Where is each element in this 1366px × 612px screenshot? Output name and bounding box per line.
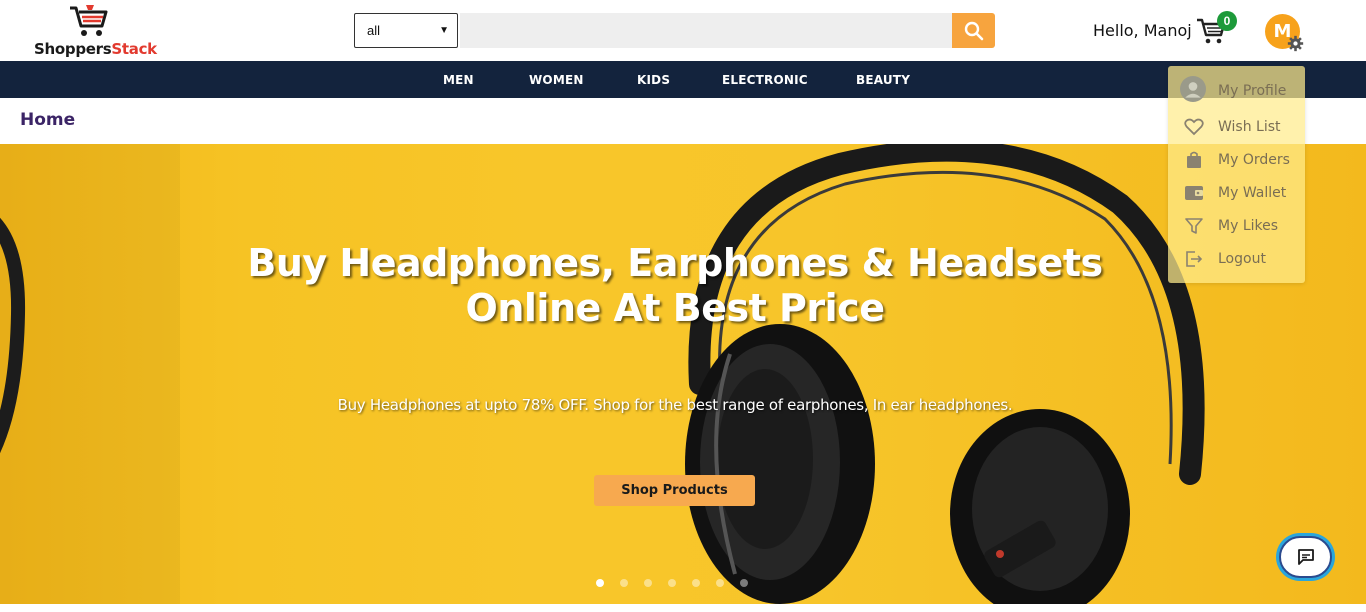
menu-item-label: My Wallet — [1218, 185, 1287, 201]
carousel-dot[interactable] — [716, 579, 724, 587]
carousel-dot[interactable] — [740, 579, 748, 587]
menu-item-my-orders[interactable]: My Orders — [1168, 145, 1305, 175]
shopping-cart-logo-icon — [70, 5, 108, 36]
menu-item-label: My Profile — [1218, 83, 1287, 99]
chat-button[interactable] — [1276, 533, 1335, 581]
breadcrumb-home[interactable]: Home — [20, 110, 75, 130]
menu-item-label: Logout — [1218, 251, 1266, 267]
profile-dropdown: My Profile Wish List My Orders My Wallet… — [1168, 66, 1305, 283]
carousel-indicators — [596, 579, 748, 589]
hero-carousel: Buy Headphones, Earphones & Headsets Onl… — [0, 144, 1366, 604]
menu-item-logout[interactable]: Logout — [1168, 244, 1305, 274]
carousel-dot[interactable] — [596, 579, 604, 587]
logo[interactable]: ShoppersStack — [30, 2, 170, 58]
carousel-dot[interactable] — [620, 579, 628, 587]
breadcrumb: Home — [0, 98, 1366, 144]
nav-item-beauty[interactable]: BEAUTY — [856, 73, 910, 87]
logout-icon — [1182, 249, 1206, 269]
filter-icon — [1182, 216, 1206, 236]
nav-item-kids[interactable]: KIDS — [637, 73, 670, 87]
category-nav: MEN WOMEN KIDS ELECTRONIC BEAUTY — [0, 61, 1366, 98]
user-greeting: Hello, Manoj — [1093, 21, 1192, 40]
heart-icon — [1182, 117, 1206, 137]
hero-title-line-1: Buy Headphones, Earphones & Headsets — [247, 241, 1103, 285]
nav-item-men[interactable]: MEN — [443, 73, 474, 87]
search-button[interactable] — [952, 13, 995, 48]
search-input[interactable] — [460, 13, 952, 48]
carousel-dot[interactable] — [644, 579, 652, 587]
menu-item-label: My Orders — [1218, 152, 1290, 168]
shop-products-button[interactable]: Shop Products — [594, 475, 755, 506]
menu-item-my-profile[interactable]: My Profile — [1168, 76, 1305, 106]
category-select[interactable]: all ▼ — [354, 13, 458, 48]
hero-subtitle: Buy Headphones at upto 78% OFF. Shop for… — [337, 396, 1013, 414]
nav-item-electronic[interactable]: ELECTRONIC — [722, 73, 808, 87]
search-icon — [964, 21, 983, 40]
menu-item-my-likes[interactable]: My Likes — [1168, 211, 1305, 241]
bag-icon — [1182, 150, 1206, 170]
carousel-dot[interactable] — [692, 579, 700, 587]
cart-count-badge: 0 — [1217, 11, 1237, 31]
chat-button-inner — [1279, 536, 1332, 578]
nav-item-women[interactable]: WOMEN — [529, 73, 584, 87]
user-icon — [1180, 76, 1206, 102]
logo-text: ShoppersStack — [34, 40, 157, 58]
menu-item-label: My Likes — [1218, 218, 1279, 234]
wallet-icon — [1182, 183, 1206, 203]
menu-item-my-wallet[interactable]: My Wallet — [1168, 178, 1305, 208]
headphones-image — [0, 144, 1205, 604]
chat-icon — [1297, 549, 1314, 565]
header: ShoppersStack all ▼ Hello, Manoj 0 M — [0, 0, 1366, 61]
hero-title-line-2: Online At Best Price — [465, 286, 885, 330]
menu-item-label: Wish List — [1218, 119, 1281, 135]
carousel-dot[interactable] — [668, 579, 676, 587]
menu-item-wish-list[interactable]: Wish List — [1168, 112, 1305, 142]
hero-title: Buy Headphones, Earphones & Headsets Onl… — [240, 241, 1110, 331]
category-select-value: all — [367, 23, 381, 38]
gear-icon[interactable] — [1287, 35, 1304, 52]
chevron-down-icon: ▼ — [439, 25, 449, 36]
